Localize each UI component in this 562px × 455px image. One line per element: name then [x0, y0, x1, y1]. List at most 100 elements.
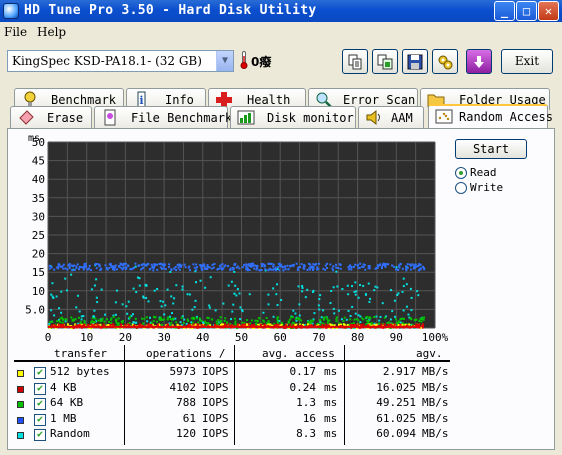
data-point-1-mb [414, 263, 417, 266]
data-point-1-mb [324, 264, 327, 267]
data-point-1-mb [129, 268, 132, 271]
minimize-button[interactable]: _ [494, 1, 515, 21]
copy-all-button[interactable] [372, 49, 398, 74]
data-point-random [298, 303, 301, 306]
data-point-1-mb [212, 266, 215, 269]
data-point-64-kb [234, 320, 237, 323]
chevron-down-icon[interactable]: ▼ [216, 51, 233, 71]
data-point-64-kb [241, 321, 244, 324]
data-point-random [93, 309, 96, 312]
data-point-random [233, 270, 236, 273]
data-point-random [351, 285, 354, 288]
data-point-random [234, 284, 237, 287]
data-point-random [204, 286, 207, 289]
data-point-random [318, 298, 321, 301]
data-point-64-kb [207, 322, 210, 325]
menu-file[interactable]: File [4, 25, 27, 39]
data-point-1-mb [300, 263, 303, 266]
data-point-4-kb [102, 323, 105, 326]
data-point-1-mb [339, 263, 342, 266]
read-radio-label: Read [470, 166, 497, 179]
series-checkbox[interactable]: ✔ [34, 367, 46, 379]
copy-button[interactable] [342, 49, 368, 74]
data-point-random [235, 294, 238, 297]
data-point-1-mb [68, 265, 71, 268]
data-point-random [193, 306, 196, 309]
data-point-1-mb [295, 262, 298, 265]
data-point-random [181, 288, 184, 291]
data-point-random [297, 285, 300, 288]
download-button[interactable] [466, 49, 492, 74]
maximize-button[interactable]: □ [516, 1, 537, 21]
data-point-random [142, 296, 145, 299]
data-point-1-mb [379, 263, 382, 266]
data-point-1-mb [350, 266, 353, 269]
data-point-1-mb [291, 264, 294, 267]
data-point-1-mb [401, 267, 404, 270]
data-point-random [394, 315, 397, 318]
iops-value: 61 [182, 411, 196, 425]
data-point-1-mb [120, 263, 123, 266]
drive-select[interactable]: KingSpec KSD-PA18.1- (32 GB) ▼ [7, 50, 234, 72]
data-point-random [333, 312, 336, 315]
tab-erase[interactable]: Erase [10, 106, 92, 128]
data-point-64-kb [349, 318, 352, 321]
close-button[interactable]: ✕ [538, 1, 559, 21]
data-point-4-kb [421, 326, 424, 329]
header-speed: agv. [416, 347, 443, 360]
data-point-1-mb [48, 267, 51, 270]
data-point-1-mb [61, 265, 64, 268]
data-point-64-kb [61, 321, 64, 324]
series-checkbox[interactable]: ✔ [34, 429, 46, 441]
data-point-random [95, 278, 98, 281]
save-button[interactable] [402, 49, 428, 74]
data-point-1-mb [73, 268, 76, 271]
options-button[interactable] [432, 49, 458, 74]
data-point-random [275, 293, 278, 296]
data-point-64-kb [166, 318, 169, 321]
tab-aam[interactable]: AAM [358, 106, 424, 128]
tab-file-benchmark[interactable]: File Benchmark [94, 106, 232, 128]
data-point-1-mb [142, 263, 145, 266]
series-checkbox[interactable]: ✔ [34, 382, 46, 395]
data-point-1-mb [298, 266, 301, 269]
data-point-64-kb [322, 316, 325, 319]
y-tick-label: 40 [32, 173, 45, 186]
series-checkbox[interactable]: ✔ [34, 413, 46, 426]
data-point-64-kb [326, 319, 329, 322]
data-point-random [126, 312, 129, 315]
read-radio[interactable]: Read [455, 166, 497, 179]
data-point-random [389, 318, 392, 321]
data-point-64-kb [255, 323, 258, 326]
data-point-1-mb [131, 267, 134, 270]
menu-help[interactable]: Help [37, 25, 66, 39]
data-point-64-kb [265, 316, 268, 319]
data-point-1-mb [348, 268, 351, 271]
data-point-64-kb [258, 316, 261, 319]
tab-disk-monitor[interactable]: Disk monitor [230, 106, 356, 128]
data-point-64-kb [155, 320, 158, 323]
series-checkbox[interactable]: ✔ [34, 398, 46, 410]
data-point-random [332, 307, 335, 310]
x-tick-label: 80 [351, 331, 364, 343]
data-point-64-kb [326, 321, 329, 324]
series-color-swatch [17, 416, 24, 424]
data-point-random [368, 300, 371, 303]
data-point-1-mb [76, 263, 79, 266]
iops-unit: IOPS [202, 365, 229, 378]
exit-button[interactable]: Exit [501, 49, 553, 74]
write-radio[interactable]: Write [455, 181, 503, 194]
start-button[interactable]: Start [455, 139, 527, 159]
data-point-64-kb [83, 319, 86, 322]
data-point-4-kb [389, 323, 392, 326]
erase-icon [19, 110, 34, 125]
tab-random-access[interactable]: Random Access [428, 104, 553, 128]
data-point-64-kb [167, 316, 170, 319]
data-point-64-kb [61, 318, 64, 321]
transfer-size: 512 bytes [50, 365, 110, 378]
data-point-1-mb [156, 268, 159, 271]
data-point-random [227, 284, 230, 287]
data-point-1-mb [70, 264, 73, 267]
data-point-random [233, 292, 236, 295]
data-point-1-mb [326, 267, 329, 270]
